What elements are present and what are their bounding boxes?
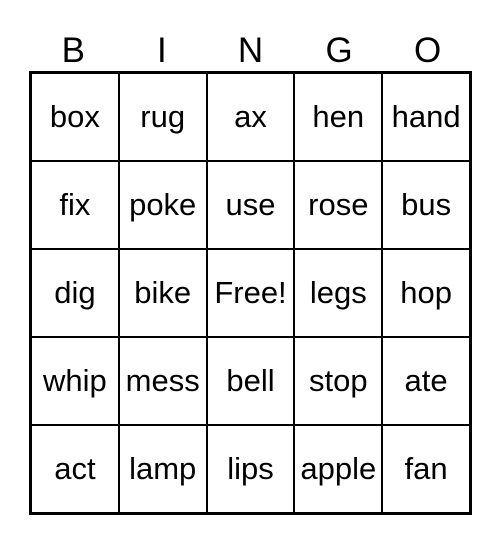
bingo-cell[interactable]: mess	[119, 338, 208, 424]
bingo-cell[interactable]: stop	[295, 338, 384, 424]
bingo-cell[interactable]: legs	[295, 250, 384, 336]
bingo-cell-label: fan	[404, 450, 448, 486]
bingo-cell-free[interactable]: Free!	[207, 250, 296, 336]
bingo-row: whip mess bell stop ate	[32, 338, 469, 426]
bingo-cell-label: act	[54, 450, 96, 486]
bingo-header: B I N G O	[29, 18, 472, 68]
bingo-cell-label: lips	[227, 450, 274, 486]
bingo-grid: box rug ax hen hand fix poke use rose bu…	[29, 71, 472, 515]
bingo-cell-label: bike	[134, 274, 192, 310]
bingo-header-cell-n: N	[206, 18, 295, 68]
bingo-cell[interactable]: hand	[383, 74, 469, 160]
bingo-cell-label: use	[225, 186, 276, 222]
bingo-cell[interactable]: rug	[119, 74, 208, 160]
bingo-header-cell-b: B	[29, 18, 118, 68]
bingo-cell[interactable]: fix	[32, 162, 120, 248]
bingo-cell-label: ax	[234, 98, 267, 134]
bingo-cell[interactable]: bus	[383, 162, 469, 248]
bingo-row: box rug ax hen hand	[32, 74, 469, 162]
bingo-cell-label: stop	[308, 362, 368, 398]
bingo-cell[interactable]: rose	[295, 162, 384, 248]
bingo-cell[interactable]: dig	[32, 250, 120, 336]
bingo-cell-label: hop	[400, 274, 452, 310]
bingo-cell-label: rose	[308, 186, 369, 222]
bingo-header-letter: I	[157, 31, 167, 70]
bingo-cell[interactable]: apple	[295, 426, 384, 512]
bingo-header-cell-i: I	[118, 18, 207, 68]
bingo-cell[interactable]: bike	[119, 250, 208, 336]
bingo-header-letter: G	[325, 31, 353, 70]
bingo-cell[interactable]: whip	[32, 338, 120, 424]
bingo-cell-label: bell	[226, 362, 275, 398]
bingo-cell[interactable]: use	[207, 162, 296, 248]
bingo-cell-label: hand	[391, 98, 461, 134]
bingo-cell-label: bus	[401, 186, 452, 222]
bingo-header-letter: O	[414, 31, 442, 70]
bingo-cell[interactable]: bell	[207, 338, 296, 424]
bingo-cell-label: dig	[54, 274, 96, 310]
bingo-header-letter: N	[237, 31, 264, 70]
bingo-header-letter: B	[61, 31, 85, 70]
bingo-cell[interactable]: act	[32, 426, 120, 512]
bingo-row: fix poke use rose bus	[32, 162, 469, 250]
bingo-cell[interactable]: fan	[383, 426, 469, 512]
bingo-row: act lamp lips apple fan	[32, 426, 469, 512]
bingo-cell-label: rug	[140, 98, 186, 134]
bingo-cell[interactable]: hop	[383, 250, 469, 336]
bingo-cell[interactable]: ate	[383, 338, 469, 424]
bingo-cell-label: mess	[125, 362, 200, 398]
bingo-cell[interactable]: lips	[207, 426, 296, 512]
bingo-cell-label: Free!	[214, 274, 287, 310]
bingo-cell[interactable]: ax	[207, 74, 296, 160]
bingo-cell-label: legs	[309, 274, 367, 310]
bingo-header-cell-g: G	[295, 18, 384, 68]
bingo-cell[interactable]: hen	[295, 74, 384, 160]
bingo-cell-label: whip	[43, 362, 107, 398]
bingo-cell-label: fix	[59, 186, 91, 222]
bingo-cell-label: lamp	[129, 450, 197, 486]
bingo-cell[interactable]: box	[32, 74, 120, 160]
bingo-cell-label: hen	[312, 98, 365, 134]
bingo-card: B I N G O box rug ax hen hand fix poke u…	[0, 0, 501, 544]
bingo-cell[interactable]: poke	[119, 162, 208, 248]
bingo-cell-label: poke	[129, 186, 197, 222]
bingo-cell-label: box	[49, 98, 100, 134]
bingo-cell-label: ate	[404, 362, 448, 398]
bingo-header-cell-o: O	[383, 18, 472, 68]
bingo-row: dig bike Free! legs hop	[32, 250, 469, 338]
bingo-cell[interactable]: lamp	[119, 426, 208, 512]
bingo-cell-label: apple	[300, 450, 377, 486]
